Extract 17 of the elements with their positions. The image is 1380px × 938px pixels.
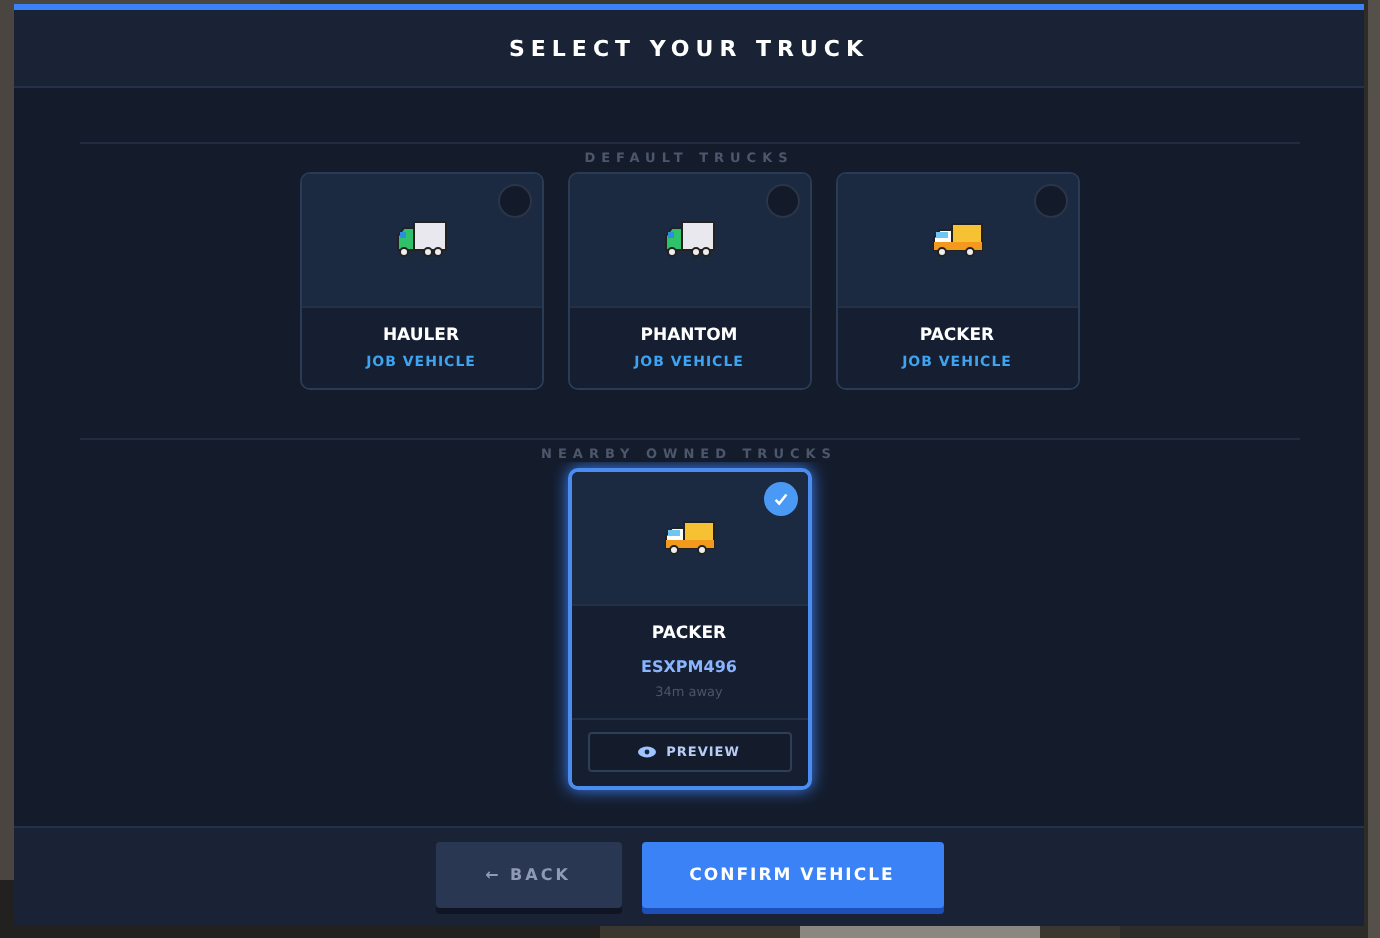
truck-name: HAULER: [382, 326, 460, 347]
truck-name: PACKER: [651, 624, 727, 645]
back-button[interactable]: ← BACK: [435, 842, 621, 909]
truck-name: PACKER: [919, 326, 995, 347]
plate-number: ESXPM496: [641, 658, 737, 677]
check-icon[interactable]: [763, 482, 797, 517]
van-icon: [661, 518, 717, 559]
truck-name: PHANTOM: [640, 326, 738, 347]
radio-icon[interactable]: [1033, 184, 1067, 219]
truck-icon: [393, 220, 449, 261]
modal-title: SELECT YOUR TRUCK: [508, 35, 870, 62]
truck-icon: [661, 220, 717, 261]
van-icon: [929, 220, 985, 261]
eye-icon: [638, 746, 657, 759]
radio-icon[interactable]: [497, 184, 531, 219]
confirm-button[interactable]: CONFIRM VEHICLE: [641, 842, 943, 909]
radio-icon[interactable]: [765, 184, 799, 219]
